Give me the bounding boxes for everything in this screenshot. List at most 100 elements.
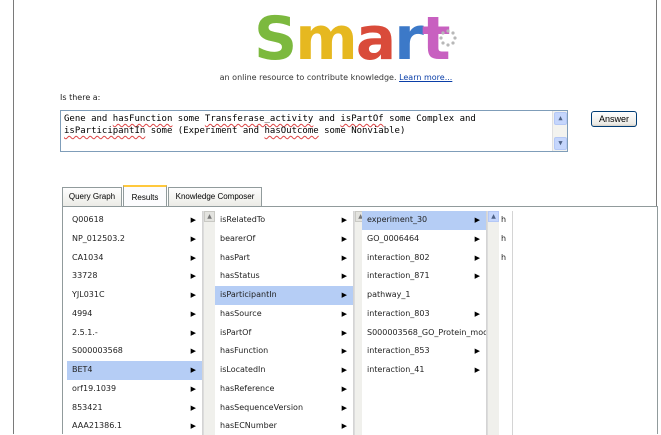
list-item-label: pathway_1 — [367, 290, 411, 299]
expand-arrow-icon[interactable]: ▶ — [191, 267, 196, 286]
results-panel: Q00618 ▶ NP_012503.2 ▶ CA1034 ▶ 33728 ▶ YJL031C ▶… — [62, 206, 658, 435]
expand-arrow-icon[interactable]: ▶ — [191, 324, 196, 343]
list-item[interactable]: 4994 ▶ — [67, 305, 202, 324]
list-item[interactable]: interaction_41 ▶ — [362, 361, 486, 380]
list-item-label: GO_0006464 — [367, 233, 420, 243]
expand-arrow-icon[interactable]: ▶ — [191, 305, 196, 324]
expand-arrow-icon[interactable]: ▶ — [475, 230, 480, 249]
list-item-label: bearerOf — [220, 233, 256, 243]
list-item[interactable]: hasSource ▶ — [215, 305, 353, 324]
expand-arrow-icon[interactable]: ▶ — [191, 249, 196, 268]
list-item[interactable]: S000003568_GO_Protein_modi — [362, 324, 486, 343]
expand-arrow-icon[interactable]: ▶ — [342, 417, 347, 435]
expand-arrow-icon[interactable]: ▶ — [342, 305, 347, 324]
expand-arrow-icon[interactable]: ▶ — [342, 324, 347, 343]
column-2-scrollbar[interactable]: ▲ — [203, 211, 215, 435]
expand-arrow-icon[interactable]: ▶ — [191, 380, 196, 399]
expand-arrow-icon[interactable]: ▶ — [191, 286, 196, 305]
answer-button[interactable]: Answer — [591, 111, 637, 127]
list-item[interactable]: hasStatus ▶ — [215, 267, 353, 286]
results-column-2: isRelatedTo ▶ bearerOf ▶ hasPart ▶ hasStatus ▶ i… — [215, 211, 353, 435]
expand-arrow-icon[interactable]: ▶ — [475, 361, 480, 380]
list-item[interactable]: interaction_802 ▶ — [362, 249, 486, 268]
question-label: Is there a: — [60, 93, 101, 102]
list-item[interactable]: 2.5.1.- ▶ — [67, 324, 202, 343]
list-item-label: 2.5.1.- — [72, 327, 98, 337]
list-item[interactable]: h — [500, 249, 512, 268]
expand-arrow-icon[interactable]: ▶ — [475, 267, 480, 286]
list-item[interactable]: hasFunction ▶ — [215, 342, 353, 361]
list-item[interactable]: h — [500, 211, 512, 230]
list-item-label: 4994 — [72, 308, 93, 318]
list-item[interactable]: S000003568 ▶ — [67, 342, 202, 361]
expand-arrow-icon[interactable]: ▶ — [342, 267, 347, 286]
learn-more-link[interactable]: Learn more... — [399, 73, 452, 82]
query-scrollbar[interactable]: ▲ ▼ — [552, 111, 567, 151]
list-item[interactable]: hasReference ▶ — [215, 380, 353, 399]
list-item[interactable]: AAA21386.1 ▶ — [67, 417, 202, 435]
tab-knowledge-composer[interactable]: Knowledge Composer — [168, 187, 262, 206]
expand-arrow-icon[interactable]: ▶ — [342, 399, 347, 418]
scroll-down-icon[interactable]: ▼ — [554, 137, 567, 150]
list-item[interactable]: experiment_30 ▶ — [362, 211, 486, 230]
list-item-label: interaction_803 — [367, 308, 430, 318]
list-item-label: isPartOf — [220, 327, 252, 337]
expand-arrow-icon[interactable]: ▶ — [342, 211, 347, 230]
expand-arrow-icon[interactable]: ▶ — [342, 249, 347, 268]
expand-arrow-icon[interactable]: ▶ — [342, 380, 347, 399]
list-item-label: 853421 — [72, 402, 103, 412]
list-item[interactable]: interaction_853 ▶ — [362, 342, 486, 361]
list-item[interactable]: hasECNumber ▶ — [215, 417, 353, 435]
list-item-label: hasSource — [220, 308, 262, 318]
list-item-label: 33728 — [72, 271, 98, 281]
list-item[interactable]: isRelatedTo ▶ — [215, 211, 353, 230]
column-4-scrollbar[interactable]: ▲ — [487, 211, 499, 435]
expand-arrow-icon[interactable]: ▶ — [191, 342, 196, 361]
expand-arrow-icon[interactable]: ▶ — [475, 211, 480, 230]
logo-letter-a: a — [355, 4, 396, 74]
list-item[interactable]: hasPart ▶ — [215, 249, 353, 268]
list-item[interactable]: hasSequenceVersion ▶ — [215, 399, 353, 418]
tab-results[interactable]: Results — [123, 185, 167, 206]
expand-arrow-icon[interactable]: ▶ — [191, 399, 196, 418]
list-item[interactable]: 33728 ▶ — [67, 267, 202, 286]
sparkle-icon — [439, 29, 457, 47]
scroll-up-icon[interactable]: ▲ — [554, 112, 567, 125]
list-item[interactable]: BET4 ▶ — [67, 361, 202, 380]
tab-query-graph[interactable]: Query Graph — [62, 187, 122, 206]
expand-arrow-icon[interactable]: ▶ — [342, 342, 347, 361]
list-item-label: isRelatedTo — [220, 215, 266, 224]
list-item[interactable]: 853421 ▶ — [67, 399, 202, 418]
list-item[interactable]: interaction_803 ▶ — [362, 305, 486, 324]
list-item[interactable]: orf19.1039 ▶ — [67, 380, 202, 399]
list-item[interactable]: NP_012503.2 ▶ — [67, 230, 202, 249]
list-item[interactable]: GO_0006464 ▶ — [362, 230, 486, 249]
list-item[interactable]: bearerOf ▶ — [215, 230, 353, 249]
scroll-up-icon[interactable]: ▲ — [488, 211, 499, 222]
list-item-label: orf19.1039 — [72, 383, 117, 393]
list-item[interactable]: CA1034 ▶ — [67, 249, 202, 268]
expand-arrow-icon[interactable]: ▶ — [475, 342, 480, 361]
expand-arrow-icon[interactable]: ▶ — [342, 230, 347, 249]
list-item[interactable]: isLocatedIn ▶ — [215, 361, 353, 380]
expand-arrow-icon[interactable]: ▶ — [342, 286, 347, 305]
expand-arrow-icon[interactable]: ▶ — [191, 230, 196, 249]
list-item[interactable]: YJL031C ▶ — [67, 286, 202, 305]
expand-arrow-icon[interactable]: ▶ — [342, 361, 347, 380]
expand-arrow-icon[interactable]: ▶ — [191, 211, 196, 230]
list-item-label: Q00618 — [72, 215, 104, 224]
list-item[interactable]: Q00618 ▶ — [67, 211, 202, 230]
expand-arrow-icon[interactable]: ▶ — [475, 249, 480, 268]
list-item[interactable]: pathway_1 — [362, 286, 486, 305]
list-item[interactable]: interaction_871 ▶ — [362, 267, 486, 286]
list-item[interactable]: isPartOf ▶ — [215, 324, 353, 343]
list-item[interactable]: isParticipantIn ▶ — [215, 286, 353, 305]
list-item-label: h — [501, 252, 507, 262]
list-item[interactable]: h — [500, 230, 512, 249]
expand-arrow-icon[interactable]: ▶ — [191, 417, 196, 435]
query-textarea[interactable]: Gene and hasFunction some Transferase_ac… — [60, 110, 568, 152]
list-item-label: isParticipantIn — [220, 290, 277, 299]
expand-arrow-icon[interactable]: ▶ — [475, 305, 480, 324]
expand-arrow-icon[interactable]: ▶ — [191, 361, 196, 380]
scroll-up-icon[interactable]: ▲ — [204, 211, 215, 222]
